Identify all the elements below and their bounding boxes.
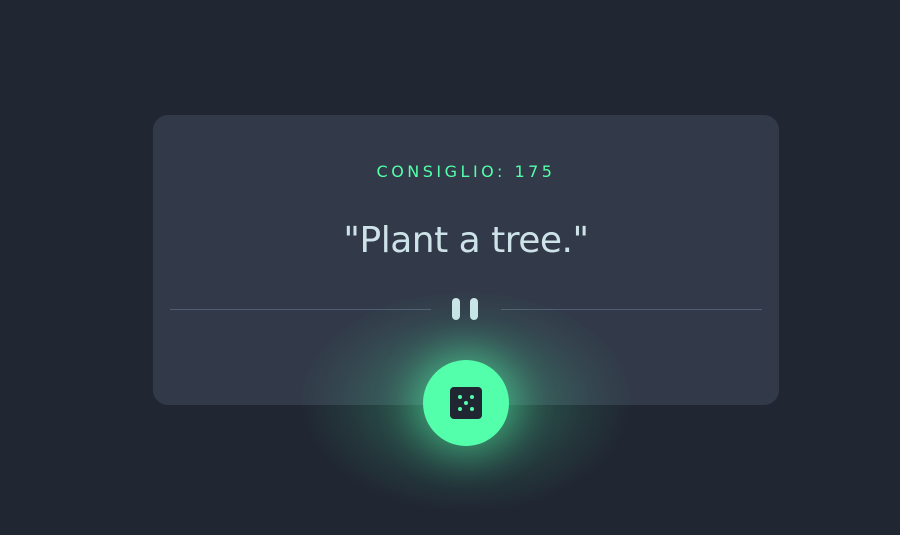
pause-icon <box>452 298 480 320</box>
dice-icon <box>450 387 482 419</box>
divider <box>170 297 762 321</box>
divider-line-left <box>170 309 431 310</box>
pause-bar-left <box>452 298 460 320</box>
new-advice-button[interactable] <box>423 360 509 446</box>
advice-text: "Plant a tree." <box>343 220 589 261</box>
divider-line-right <box>501 309 762 310</box>
advice-id: CONSIGLIO: 175 <box>376 162 556 181</box>
page: CONSIGLIO: 175 "Plant a tree." <box>0 0 900 535</box>
pause-bar-right <box>470 298 478 320</box>
